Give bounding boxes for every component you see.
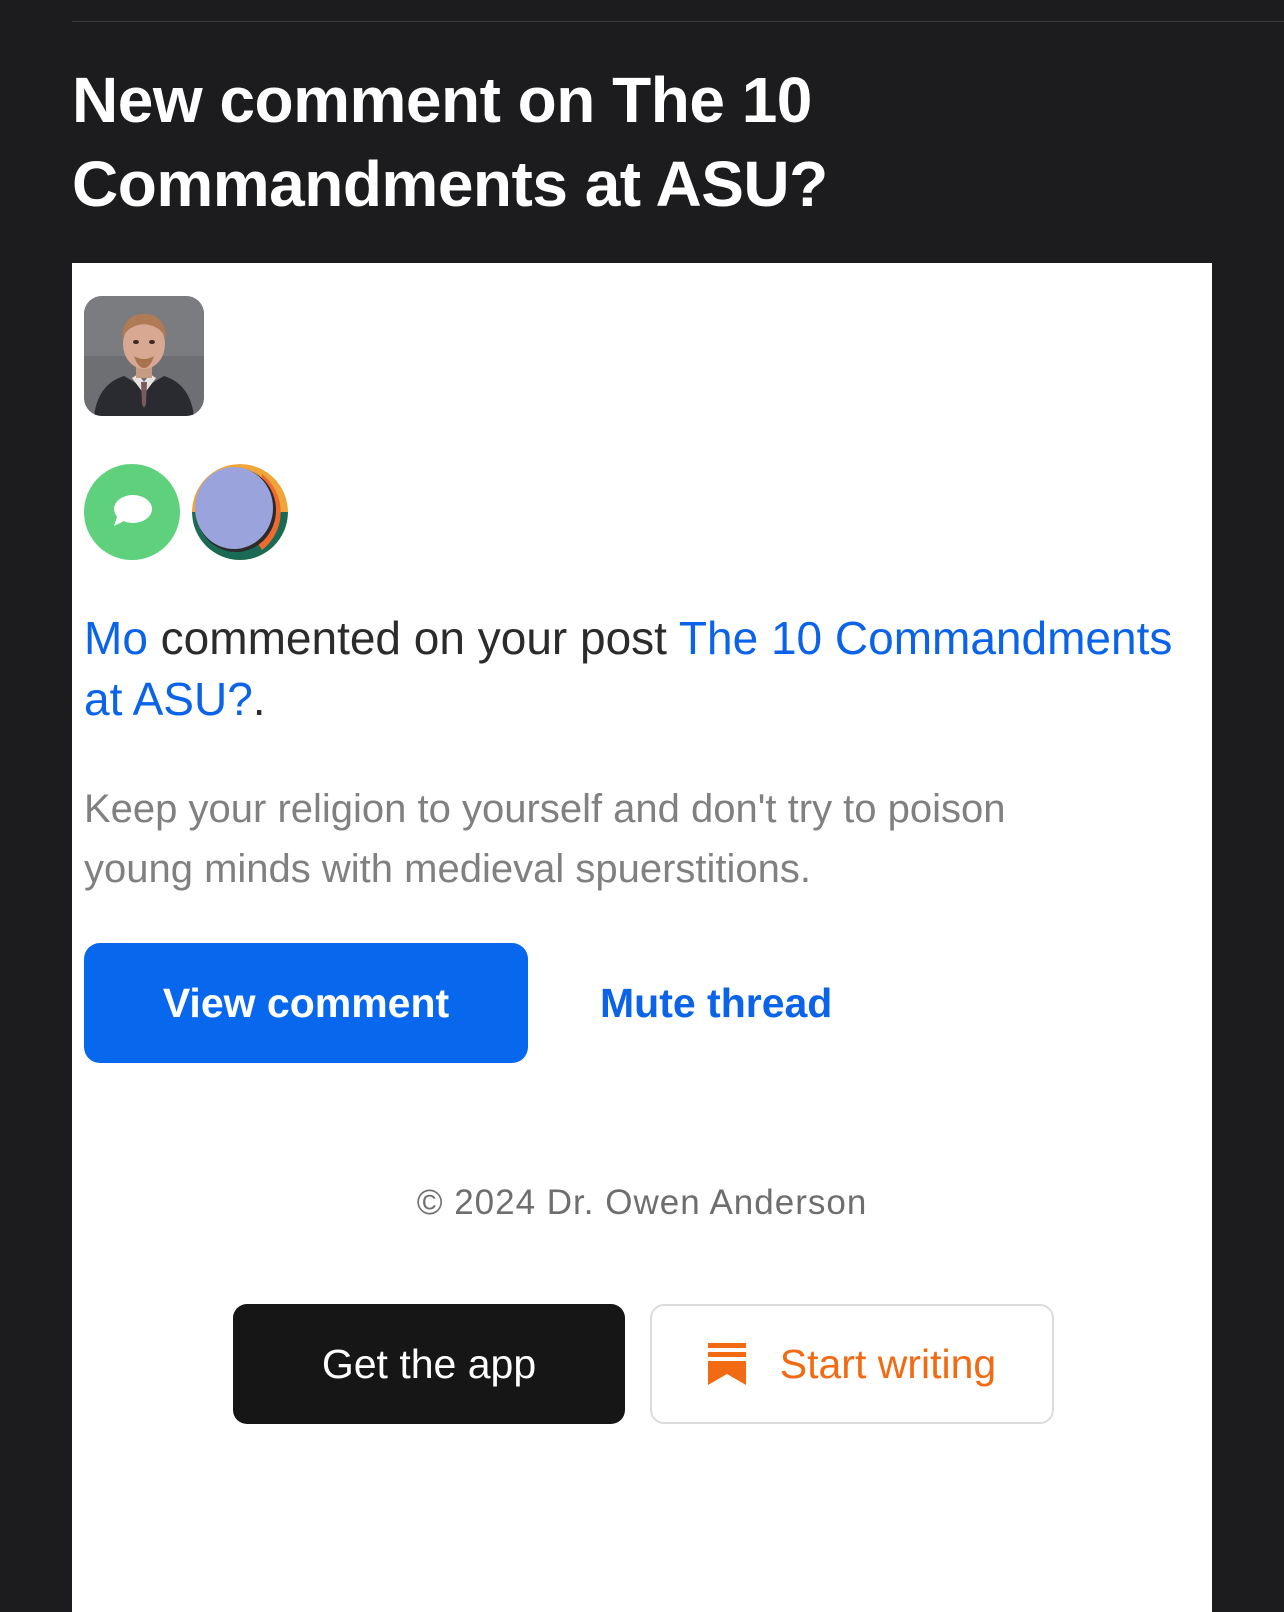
notification-action-text: commented on your post [147,612,679,664]
speech-bubble-icon [114,495,152,526]
view-comment-button[interactable]: View comment [84,943,528,1063]
email-subject: New comment on The 10 Commandments at AS… [72,64,828,220]
start-writing-button[interactable]: Start writing [650,1304,1054,1424]
start-writing-label: Start writing [779,1340,997,1387]
get-the-app-button[interactable]: Get the app [233,1304,625,1424]
substack-bookmark-icon [707,1343,746,1385]
email-body-card: Mo commented on your post The 10 Command… [72,263,1212,1612]
mute-thread-link[interactable]: Mute thread [600,943,832,1063]
comment-badge [84,464,180,560]
email-view: New comment on The 10 Commandments at AS… [0,0,1284,1612]
header-divider [72,21,1284,22]
comment-excerpt: Keep your religion to yourself and don't… [84,787,1006,891]
publication-logo-icon [192,464,288,560]
copyright-text: © 2024 Dr. Owen Anderson [416,1183,868,1222]
publication-logo [192,464,288,560]
notification-message: Mo commented on your post The 10 Command… [84,608,1204,730]
author-avatar [84,296,204,416]
commenter-name-link[interactable]: Mo [84,612,148,664]
notification-period: . [252,673,266,725]
